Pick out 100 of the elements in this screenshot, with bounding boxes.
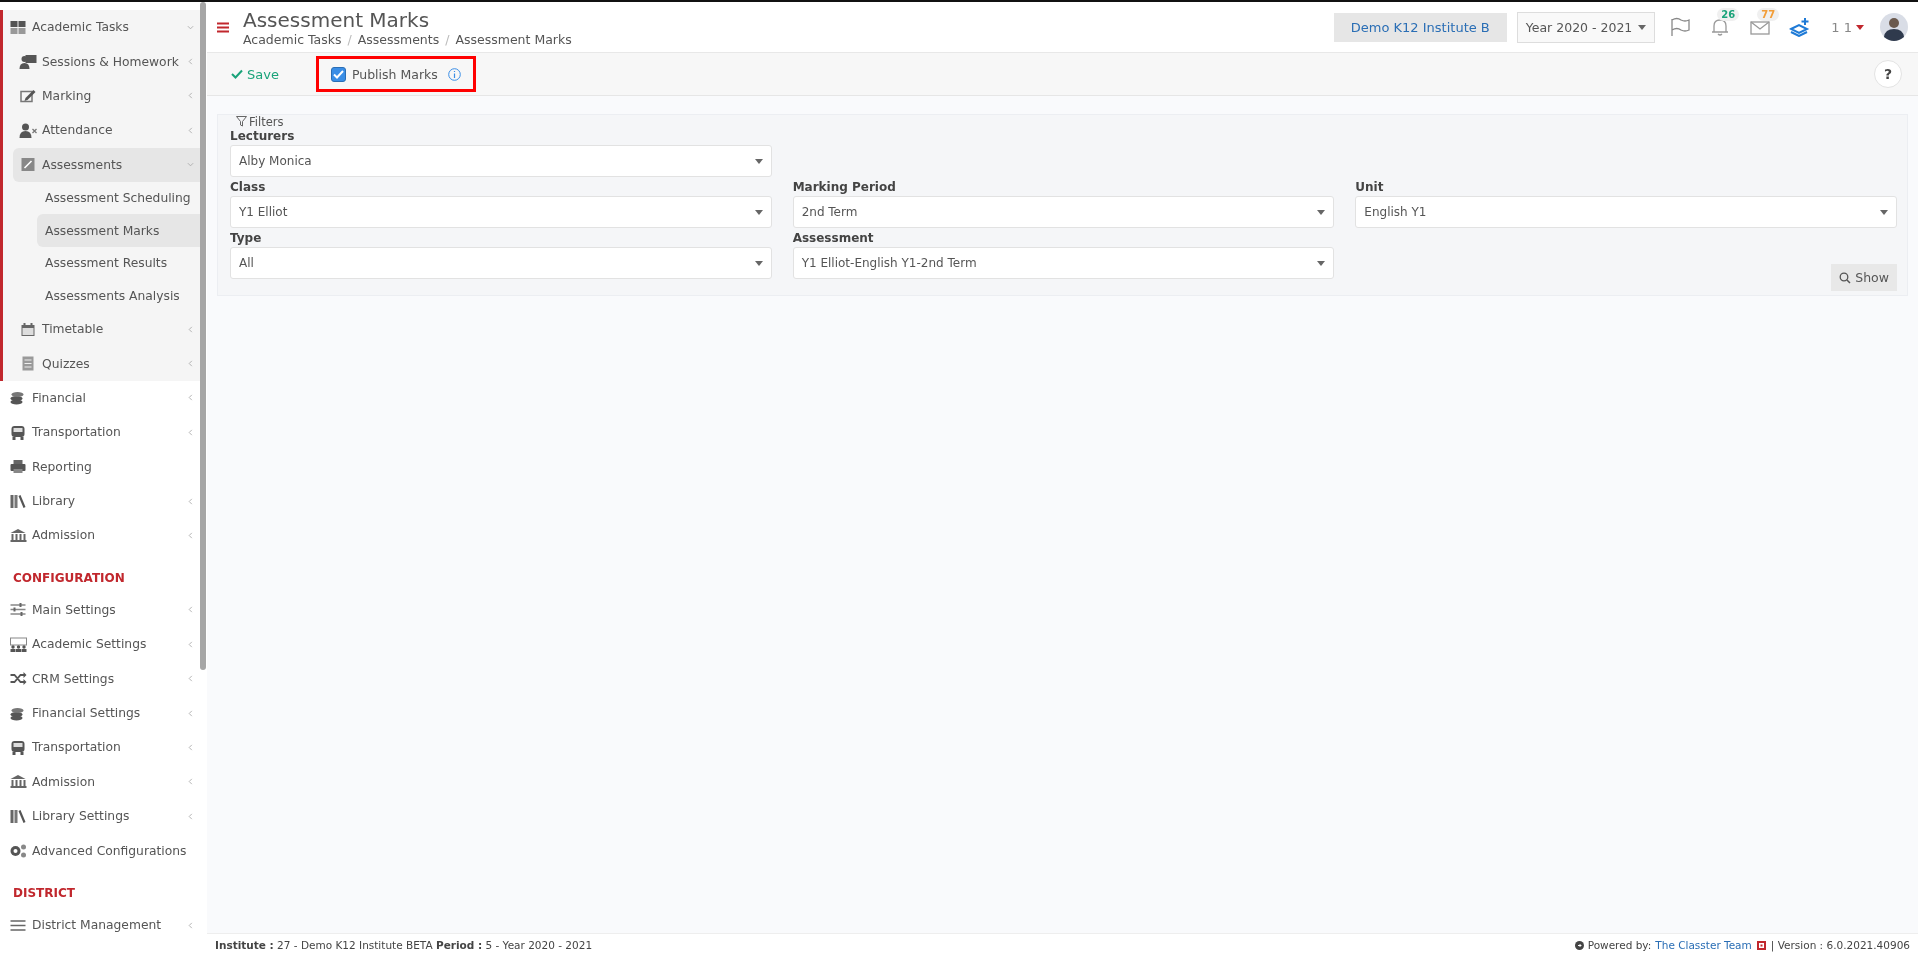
caret-icon — [754, 260, 763, 266]
help-button[interactable]: ? — [1874, 60, 1902, 88]
chevron-left-icon — [187, 812, 194, 820]
caret-icon — [1638, 24, 1647, 30]
field-label: Assessment — [792, 230, 875, 247]
info-icon[interactable] — [447, 67, 461, 81]
pencil-icon — [19, 157, 37, 173]
breadcrumb-separator: / — [347, 31, 352, 47]
check-icon — [231, 69, 243, 79]
person-x-icon — [19, 122, 37, 138]
select-field[interactable]: Y1 Elliot — [230, 196, 772, 228]
sidebar-item[interactable]: Assessment Scheduling — [37, 181, 200, 215]
scrollbar[interactable] — [200, 2, 206, 670]
caret-icon — [1880, 209, 1888, 215]
chevron-left-icon — [187, 92, 194, 100]
caret-icon — [1317, 260, 1326, 266]
sidebar-item[interactable]: Advanced Configurations — [0, 833, 200, 868]
flag-icon[interactable] — [1669, 17, 1692, 37]
caret-icon — [1317, 209, 1326, 215]
bank-icon — [9, 528, 27, 543]
chevron-left-icon — [187, 126, 194, 134]
printer-icon — [9, 459, 27, 475]
sidebar-item[interactable]: Assessment Results — [37, 246, 200, 280]
breadcrumb[interactable]: Academic Tasks — [243, 31, 342, 47]
count-badge: 77 — [1757, 8, 1780, 21]
chevron-left-icon — [187, 360, 194, 368]
logo-icon — [1755, 939, 1767, 951]
calendar-icon — [19, 321, 37, 337]
chevron-left-icon — [187, 606, 194, 614]
checkbox-label: Publish Marks — [351, 66, 438, 82]
sliders-icon — [9, 602, 27, 618]
select-field[interactable]: English Y1 — [1355, 196, 1897, 228]
sidebar-item[interactable]: Library Settings — [0, 799, 200, 834]
chevron-down-icon — [187, 23, 194, 31]
shuffle-icon — [9, 671, 27, 687]
gears-icon — [9, 843, 27, 859]
sidebar-item[interactable]: Admission — [0, 518, 200, 553]
sidebar-item[interactable]: Quizzes — [13, 346, 200, 381]
bus-icon — [9, 424, 27, 440]
section-heading: CONFIGURATION — [12, 569, 126, 587]
sidebar-item[interactable]: Main Settings — [0, 592, 200, 628]
field-label: Type — [230, 230, 263, 247]
chevron-left-icon — [187, 497, 194, 505]
books-icon — [9, 493, 27, 509]
sidebar-item[interactable]: Financial Settings — [0, 695, 200, 731]
sidebar-item[interactable]: Sessions & Homework — [13, 44, 200, 79]
sidebar-item[interactable]: Attendance — [13, 113, 200, 148]
sidebar-item[interactable]: Timetable — [13, 311, 200, 347]
sidebar-item[interactable]: Admission — [0, 764, 200, 800]
team-link[interactable]: The Classter Team — [1655, 939, 1752, 951]
person-board-icon — [19, 54, 37, 70]
field-label: Unit — [1355, 179, 1385, 196]
edit-icon — [19, 88, 37, 104]
sidebar-item[interactable]: Academic Settings — [0, 627, 200, 662]
chevron-left-icon — [187, 778, 194, 786]
sidebar-item[interactable]: Assessments Analysis — [37, 279, 200, 312]
sidebar-item[interactable]: Financial — [0, 380, 200, 416]
bus-icon — [9, 739, 27, 755]
sidebar-item[interactable]: Reporting — [0, 449, 200, 484]
powered-label: Powered by: — [1587, 939, 1652, 951]
sidebar-item[interactable]: District Management — [0, 907, 200, 943]
sidebar-item[interactable]: CRM Settings — [0, 661, 200, 696]
sidebar-item[interactable]: Marking — [13, 78, 200, 114]
breadcrumb-separator: / — [445, 31, 450, 47]
show-button[interactable]: Show — [1831, 264, 1897, 291]
menu-icon[interactable] — [217, 21, 229, 33]
year-dropdown[interactable]: Year 2020 - 2021 — [1516, 11, 1656, 43]
sidebar-item[interactable]: Assessment Marks — [37, 214, 200, 247]
version-text: | Version : 6.0.2021.40906 — [1770, 939, 1910, 951]
checkbox[interactable] — [330, 66, 346, 82]
chevron-left-icon — [187, 921, 194, 929]
institute-button[interactable]: Demo K12 Institute B — [1333, 12, 1507, 42]
sidebar-item[interactable]: Academic Tasks — [3, 10, 200, 45]
menu-lines-icon — [9, 917, 27, 933]
select-field[interactable]: Y1 Elliot-English Y1-2nd Term — [792, 247, 1335, 279]
select-field[interactable]: All — [230, 247, 772, 279]
chevron-left-icon — [187, 675, 194, 683]
select-field[interactable]: Alby Monica — [230, 145, 772, 177]
sidebar-item[interactable]: Transportation — [0, 415, 200, 450]
circle-arrow-icon — [1574, 940, 1584, 950]
select-field[interactable]: 2nd Term — [792, 196, 1335, 228]
sidebar-item[interactable]: Transportation — [0, 730, 200, 765]
sidebar-item[interactable]: Library — [0, 483, 200, 519]
filter-icon — [236, 116, 247, 127]
field-label: Marking Period — [792, 179, 897, 196]
caret-icon — [1856, 24, 1864, 30]
bank-icon — [9, 774, 27, 790]
chevron-left-icon — [187, 428, 194, 436]
filters-legend: Filters — [249, 114, 284, 129]
chevron-left-icon — [187, 325, 194, 333]
user-menu[interactable]: 1 1 — [1825, 18, 1870, 36]
field-label: Lecturers — [230, 128, 296, 145]
footer-info: Institute : 27 - Demo K12 Institute BETA Period : 5 - Year 2020 - 2021 — [215, 939, 594, 951]
breadcrumb[interactable]: Assessments — [357, 31, 440, 47]
sidebar-item[interactable]: Assessments — [13, 147, 200, 182]
chevron-left-icon — [187, 394, 194, 402]
chevron-left-icon — [187, 532, 194, 539]
books-icon — [9, 808, 27, 824]
avatar[interactable] — [1880, 13, 1908, 41]
layers-plus-icon[interactable] — [1789, 17, 1812, 37]
